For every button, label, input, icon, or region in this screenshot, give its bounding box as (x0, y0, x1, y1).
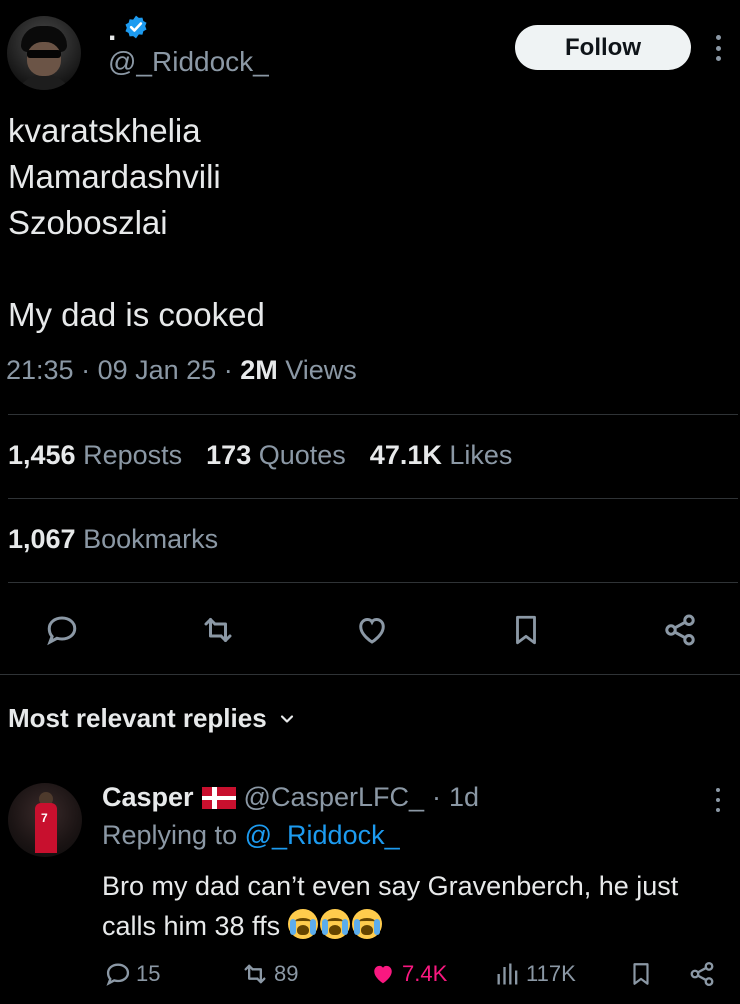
divider (8, 582, 738, 583)
reply-icon[interactable] (42, 610, 82, 650)
like-icon[interactable] (352, 610, 392, 650)
repost-icon[interactable] (198, 610, 238, 650)
replies-section-title: Most relevant replies (8, 703, 267, 733)
quotes-stat[interactable]: 173 Quotes (206, 440, 346, 471)
reply-replies-count: 15 (136, 961, 161, 986)
reply-icon (106, 963, 130, 986)
author-avatar[interactable] (7, 16, 81, 90)
reply-separator: · (432, 782, 442, 812)
reply-age: 1d (449, 782, 480, 812)
reply-text-body: Bro my dad can’t even say Gravenberch, h… (102, 871, 679, 941)
meta-separator: · (81, 355, 98, 385)
tweet-time: 21:35 (6, 355, 74, 385)
tweet-meta: 21:35 · 09 Jan 25 · 2M Views (6, 355, 357, 386)
share-icon (690, 961, 714, 987)
verified-badge-icon (125, 15, 147, 39)
divider (8, 414, 738, 415)
divider (8, 498, 738, 499)
author-handle[interactable]: @_Riddock_ (108, 46, 269, 78)
engagement-stats: 1,456 Reposts 173 Quotes 47.1K Likes (8, 440, 512, 471)
reply-author-name[interactable]: Casper (102, 782, 194, 813)
reply-text: Bro my dad can’t even say Gravenberch, h… (102, 866, 722, 946)
more-options-icon[interactable] (712, 35, 724, 61)
likes-stat[interactable]: 47.1K Likes (370, 440, 513, 471)
loudly-crying-face-icon (287, 909, 318, 939)
loudly-crying-face-icon (319, 909, 350, 939)
divider (0, 674, 740, 675)
replies-sort-dropdown[interactable]: Most relevant replies (8, 703, 297, 734)
replying-to: Replying to @_Riddock_ (102, 820, 400, 850)
bookmark-icon[interactable] (506, 610, 546, 650)
reply-like-button[interactable]: 7.4K (368, 960, 447, 988)
views-chart-icon (497, 963, 518, 985)
reply-author-avatar[interactable]: 7 (8, 783, 82, 857)
reposts-stat[interactable]: 1,456 Reposts (8, 440, 182, 471)
denmark-flag-icon (201, 786, 236, 809)
reply-likes-count: 7.4K (402, 961, 448, 986)
reply-repost-button[interactable]: 89 (240, 960, 298, 988)
chevron-down-icon (280, 714, 293, 723)
reply-author[interactable]: Casper @CasperLFC_ · 1d (102, 782, 479, 813)
views-count: 2M (240, 355, 278, 385)
share-icon[interactable] (660, 610, 700, 650)
reply-more-options-icon[interactable] (712, 788, 724, 812)
follow-button[interactable]: Follow (515, 25, 691, 70)
heart-filled-icon (374, 965, 392, 984)
meta-separator: · (223, 355, 241, 385)
reply-share-button[interactable] (688, 960, 716, 988)
replying-to-mention[interactable]: @_Riddock_ (245, 820, 400, 850)
reply-reposts-count: 89 (274, 961, 299, 986)
loudly-crying-face-icon (351, 909, 382, 939)
views-label: Views (285, 355, 357, 385)
bookmarks-stat[interactable]: 1,067 Bookmarks (8, 524, 218, 555)
bookmark-icon (633, 963, 649, 985)
tweet-date: 09 Jan 25 (97, 355, 217, 385)
reply-views-count: 117K (526, 961, 576, 986)
tweet-text: kvaratskhelia Mamardashvili Szoboszlai M… (8, 112, 265, 333)
reply-author-handle[interactable]: @CasperLFC_ (244, 782, 424, 813)
reply-views-button[interactable]: 117K (494, 960, 576, 988)
author-display-name[interactable]: . (108, 16, 116, 46)
reply-bookmark-button[interactable] (628, 960, 654, 988)
repost-icon (244, 964, 266, 984)
reply-reply-button[interactable]: 15 (104, 960, 160, 988)
